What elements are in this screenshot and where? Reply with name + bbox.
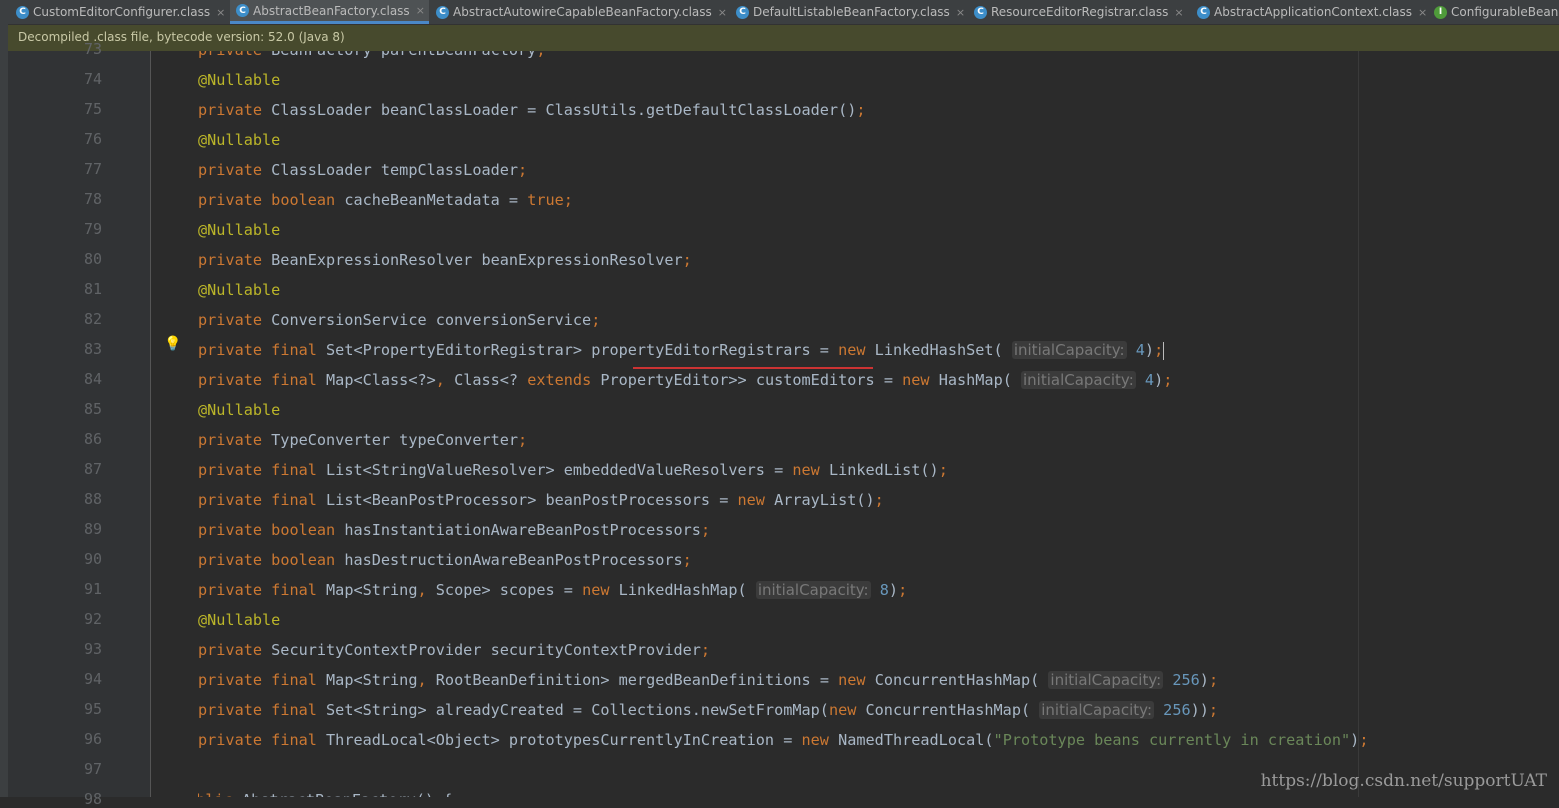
class-icon: C [974, 5, 987, 19]
watermark-text: https://blog.csdn.net/supportUAT [1260, 771, 1547, 791]
code-line-77: private ClassLoader tempClassLoader; [198, 161, 528, 179]
code-line-75: private ClassLoader beanClassLoader = Cl… [198, 101, 866, 119]
tab-label: CustomEditorConfigurer.class [33, 5, 211, 19]
tab-custom-editor-configurer[interactable]: C CustomEditorConfigurer.class × [10, 0, 225, 24]
close-icon[interactable]: × [956, 6, 965, 19]
decompiled-banner: Decompiled .class file, bytecode version… [8, 25, 1559, 51]
code-line-96: private final ThreadLocal<Object> protot… [198, 731, 1369, 749]
code-line-82: private ConversionService conversionServ… [198, 311, 601, 329]
tab-default-listable-bean-factory[interactable]: C DefaultListableBeanFactory.class × [730, 0, 965, 24]
code-line-89: private boolean hasInstantiationAwareBea… [198, 521, 711, 539]
code-line-86: private TypeConverter typeConverter; [198, 431, 528, 449]
line-number: 97 [83, 760, 102, 778]
close-icon[interactable]: × [1174, 6, 1183, 19]
line-number: 87 [83, 460, 102, 478]
code-line-85: @Nullable [198, 401, 281, 419]
line-number: 80 [83, 250, 102, 268]
code-line-79: @Nullable [198, 221, 281, 239]
class-icon: C [436, 5, 449, 19]
line-number: 81 [83, 280, 102, 298]
code-line-87: private final List<StringValueResolver> … [198, 461, 948, 479]
line-number: 92 [83, 610, 102, 628]
line-number: 86 [83, 430, 102, 448]
line-number-gutter: 73 74 75 76 77 78 79 80 81 82 83 84 85 8… [8, 40, 151, 808]
interface-icon: I [1434, 5, 1447, 19]
close-icon[interactable]: × [718, 6, 727, 19]
line-number: 91 [83, 580, 102, 598]
tab-label: AbstractBeanFactory.class [253, 3, 410, 18]
line-number: 83 [83, 340, 102, 358]
code-line-94: private final Map<String, RootBeanDefini… [198, 671, 1219, 689]
tab-label: AbstractApplicationContext.class [1214, 5, 1413, 19]
code-line-95: private final Set<String> alreadyCreated… [198, 701, 1219, 719]
close-icon[interactable]: × [1418, 6, 1427, 19]
line-number: 73 [83, 40, 102, 58]
close-icon[interactable]: × [416, 4, 425, 17]
line-number: 84 [83, 370, 102, 388]
code-line-74: @Nullable [198, 71, 281, 89]
lightbulb-icon[interactable]: 💡 [164, 337, 181, 351]
code-line-80: private BeanExpressionResolver beanExpre… [198, 251, 692, 269]
tab-label: DefaultListableBeanFactory.class [753, 5, 950, 19]
tab-abstract-application-context[interactable]: C AbstractApplicationContext.class × [1191, 0, 1427, 24]
tab-label: AbstractAutowireCapableBeanFactory.class [453, 5, 712, 19]
code-line-78: private boolean cacheBeanMetadata = true… [198, 191, 573, 209]
code-line-90: private boolean hasDestructionAwareBeanP… [198, 551, 692, 569]
code-line-92: @Nullable [198, 611, 281, 629]
editor-tab-bar: C CustomEditorConfigurer.class × C Abstr… [8, 0, 1559, 25]
line-number: 85 [83, 400, 102, 418]
tab-label: ConfigurableBean [1451, 5, 1559, 19]
code-line-81: @Nullable [198, 281, 281, 299]
line-number: 78 [83, 190, 102, 208]
tab-label: ResourceEditorRegistrar.class [991, 5, 1169, 19]
class-icon: C [16, 5, 29, 19]
code-line-91: private final Map<String, Scope> scopes … [198, 581, 908, 599]
line-number: 95 [83, 700, 102, 718]
code-line-73: private BeanFactory parentBeanFactory; [198, 51, 545, 61]
code-line-88: private final List<BeanPostProcessor> be… [198, 491, 884, 509]
class-icon: C [736, 5, 749, 19]
class-icon: C [236, 4, 249, 17]
code-line-98: public AbstractBeanFactory() { [198, 789, 452, 797]
line-number: 94 [83, 670, 102, 688]
line-number: 90 [83, 550, 102, 568]
tab-abstract-autowire-capable-bean-factory[interactable]: C AbstractAutowireCapableBeanFactory.cla… [430, 0, 727, 24]
line-number: 75 [83, 100, 102, 118]
code-line-83: private final Set<PropertyEditorRegistra… [198, 341, 1165, 360]
identifier-underline-mark [633, 367, 873, 369]
code-line-84: private final Map<Class<?>, Class<? exte… [198, 371, 1173, 389]
text-caret [1163, 341, 1165, 360]
line-number: 93 [83, 640, 102, 658]
code-line-93: private SecurityContextProvider security… [198, 641, 711, 659]
line-number: 77 [83, 160, 102, 178]
line-number: 76 [83, 130, 102, 148]
line-number: 89 [83, 520, 102, 538]
line-number: 88 [83, 490, 102, 508]
code-line-76: @Nullable [198, 131, 281, 149]
class-icon: C [1197, 5, 1210, 19]
tab-abstract-bean-factory[interactable]: C AbstractBeanFactory.class × [230, 0, 429, 24]
line-number: 98 [83, 790, 102, 808]
tab-configurable-bean[interactable]: I ConfigurableBean [1428, 0, 1558, 24]
line-number: 82 [83, 310, 102, 328]
line-number: 79 [83, 220, 102, 238]
close-icon[interactable]: × [216, 6, 225, 19]
line-number: 96 [83, 730, 102, 748]
line-number: 74 [83, 70, 102, 88]
tab-resource-editor-registrar[interactable]: C ResourceEditorRegistrar.class × [968, 0, 1184, 24]
code-editor[interactable]: private BeanFactory parentBeanFactory; @… [198, 51, 1558, 797]
